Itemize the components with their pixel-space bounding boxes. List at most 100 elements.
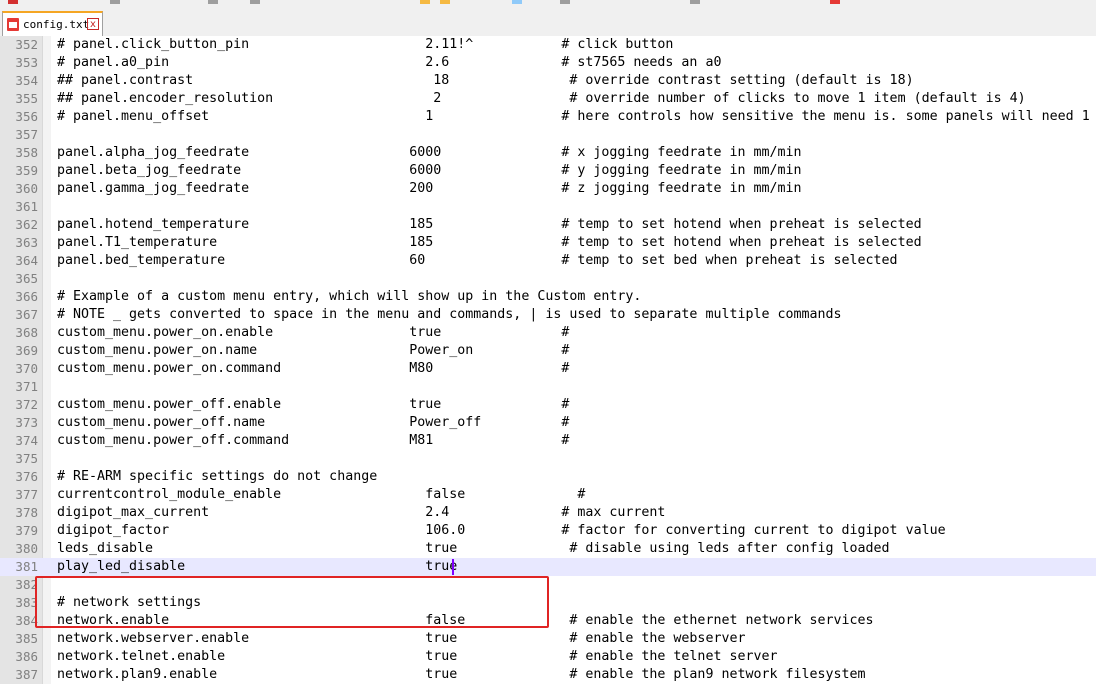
file-icon: [7, 18, 19, 31]
line-number: 352: [15, 37, 38, 52]
code-line[interactable]: 379 digipot_factor 106.0 # factor for con…: [0, 522, 1096, 540]
toolbar-strip: [0, 0, 1096, 8]
code-line[interactable]: 353 # panel.a0_pin 2.6 # st7565 needs an …: [0, 54, 1096, 72]
toolbar-icon[interactable]: [8, 0, 18, 4]
line-number: 356: [15, 109, 38, 124]
line-number: 385: [15, 631, 38, 646]
toolbar-icon[interactable]: [208, 0, 218, 4]
code-line[interactable]: 369 custom_menu.power_on.name Power_on #: [0, 342, 1096, 360]
line-number: 364: [15, 253, 38, 268]
code-line[interactable]: 363 panel.T1_temperature 185 # temp to se…: [0, 234, 1096, 252]
line-number: 381: [15, 559, 38, 574]
toolbar-icon[interactable]: [830, 0, 840, 4]
code-line[interactable]: 380 leds_disable true # disable using led…: [0, 540, 1096, 558]
code-line[interactable]: 357: [0, 126, 1096, 144]
line-text: custom_menu.power_on.command M80 #: [57, 361, 570, 376]
text-editor[interactable]: 352 # panel.click_button_pin 2.11!^ # cli…: [0, 36, 1096, 684]
code-line[interactable]: 385 network.webserver.enable true # enabl…: [0, 630, 1096, 648]
line-text: # RE-ARM specific settings do not change: [57, 469, 378, 484]
code-line[interactable]: 366 # Example of a custom menu entry, whi…: [0, 288, 1096, 306]
line-number: 369: [15, 343, 38, 358]
line-text: currentcontrol_module_enable false #: [57, 487, 586, 502]
toolbar-icon[interactable]: [512, 0, 522, 4]
toolbar-icon[interactable]: [560, 0, 570, 4]
code-line[interactable]: 358 panel.alpha_jog_feedrate 6000 # x jog…: [0, 144, 1096, 162]
code-line[interactable]: 354 ## panel.contrast 18 # override contr…: [0, 72, 1096, 90]
line-number: 377: [15, 487, 38, 502]
line-number: 376: [15, 469, 38, 484]
text-caret: [452, 559, 454, 575]
line-number: 361: [15, 199, 38, 214]
code-line[interactable]: 387 network.plan9.enable true # enable th…: [0, 666, 1096, 684]
toolbar-icon[interactable]: [440, 0, 450, 4]
line-number: 380: [15, 541, 38, 556]
code-line[interactable]: 355 ## panel.encoder_resolution 2 # overr…: [0, 90, 1096, 108]
line-number: 362: [15, 217, 38, 232]
code-line[interactable]: 367 # NOTE _ gets converted to space in t…: [0, 306, 1096, 324]
toolbar-icon[interactable]: [690, 0, 700, 4]
line-text: play_led_disable true: [57, 559, 458, 574]
toolbar-icon[interactable]: [250, 0, 260, 4]
line-text: ## panel.encoder_resolution 2 # override…: [57, 91, 1026, 106]
code-line[interactable]: 368 custom_menu.power_on.enable true #: [0, 324, 1096, 342]
line-number: 370: [15, 361, 38, 376]
line-number: 368: [15, 325, 38, 340]
code-line[interactable]: 352 # panel.click_button_pin 2.11!^ # cli…: [0, 36, 1096, 54]
line-number: 371: [15, 379, 38, 394]
line-text: panel.gamma_jog_feedrate 200 # z jogging…: [57, 181, 802, 196]
line-number: 383: [15, 595, 38, 610]
line-text: # panel.a0_pin 2.6 # st7565 needs an a0: [57, 55, 722, 70]
close-icon[interactable]: x: [87, 18, 99, 30]
tab-config-txt[interactable]: config.txt x: [2, 11, 103, 36]
line-text: panel.alpha_jog_feedrate 6000 # x joggin…: [57, 145, 802, 160]
toolbar-icon[interactable]: [420, 0, 430, 4]
code-line[interactable]: 378 digipot_max_current 2.4 # max current: [0, 504, 1096, 522]
code-line[interactable]: 362 panel.hotend_temperature 185 # temp t…: [0, 216, 1096, 234]
code-line[interactable]: 365: [0, 270, 1096, 288]
line-text: leds_disable true # disable using leds a…: [57, 541, 890, 556]
line-number: 363: [15, 235, 38, 250]
line-number: 387: [15, 667, 38, 682]
code-line[interactable]: 374 custom_menu.power_off.command M81 #: [0, 432, 1096, 450]
line-number: 357: [15, 127, 38, 142]
code-line[interactable]: 370 custom_menu.power_on.command M80 #: [0, 360, 1096, 378]
code-line[interactable]: 386 network.telnet.enable true # enable t…: [0, 648, 1096, 666]
line-number: 355: [15, 91, 38, 106]
line-number: 358: [15, 145, 38, 160]
code-line[interactable]: 364 panel.bed_temperature 60 # temp to se…: [0, 252, 1096, 270]
line-number: 375: [15, 451, 38, 466]
line-text: # panel.menu_offset 1 # here controls ho…: [57, 109, 1090, 124]
line-text: panel.hotend_temperature 185 # temp to s…: [57, 217, 922, 232]
line-number: 378: [15, 505, 38, 520]
line-number: 367: [15, 307, 38, 322]
code-line[interactable]: 377 currentcontrol_module_enable false #: [0, 486, 1096, 504]
line-text: custom_menu.power_off.name Power_off #: [57, 415, 570, 430]
code-line[interactable]: 359 panel.beta_jog_feedrate 6000 # y jogg…: [0, 162, 1096, 180]
code-line[interactable]: 372 custom_menu.power_off.enable true #: [0, 396, 1096, 414]
code-line[interactable]: 361: [0, 198, 1096, 216]
code-line[interactable]: 376 # RE-ARM specific settings do not cha…: [0, 468, 1096, 486]
line-number: 384: [15, 613, 38, 628]
code-line[interactable]: 375: [0, 450, 1096, 468]
code-line[interactable]: 371: [0, 378, 1096, 396]
line-text: digipot_factor 106.0 # factor for conver…: [57, 523, 946, 538]
line-number: 354: [15, 73, 38, 88]
code-line[interactable]: 356 # panel.menu_offset 1 # here controls…: [0, 108, 1096, 126]
line-number: 386: [15, 649, 38, 664]
code-line[interactable]: 381 play_led_disable true: [0, 558, 1096, 576]
line-text: custom_menu.power_on.enable true #: [57, 325, 570, 340]
tab-label: config.txt: [23, 18, 90, 31]
toolbar-icon[interactable]: [110, 0, 120, 4]
line-number: 359: [15, 163, 38, 178]
line-number: 382: [15, 577, 38, 592]
line-number: 360: [15, 181, 38, 196]
code-line[interactable]: 360 panel.gamma_jog_feedrate 200 # z jogg…: [0, 180, 1096, 198]
line-text: custom_menu.power_off.command M81 #: [57, 433, 570, 448]
line-text: network.plan9.enable true # enable the p…: [57, 667, 866, 682]
line-text: digipot_max_current 2.4 # max current: [57, 505, 666, 520]
line-text: panel.T1_temperature 185 # temp to set h…: [57, 235, 922, 250]
line-number: 353: [15, 55, 38, 70]
code-line[interactable]: 373 custom_menu.power_off.name Power_off …: [0, 414, 1096, 432]
line-text: ## panel.contrast 18 # override contrast…: [57, 73, 914, 88]
line-number: 379: [15, 523, 38, 538]
